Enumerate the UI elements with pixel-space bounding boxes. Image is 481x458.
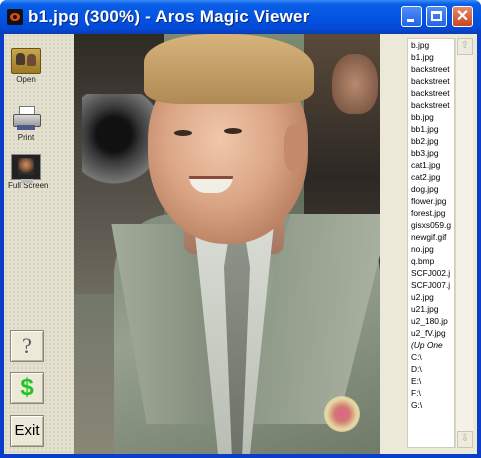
chevron-down-icon: ⇩ bbox=[460, 433, 470, 444]
file-list-item[interactable]: cat2.jpg bbox=[408, 171, 454, 183]
file-list-item[interactable]: backstreet bbox=[408, 99, 454, 111]
file-list[interactable]: b.jpg b1.jpg backstreet backstreet backstree… bbox=[407, 38, 455, 448]
lapel-badge bbox=[324, 396, 360, 432]
file-list-item[interactable]: SCFJ007.j bbox=[408, 279, 454, 291]
file-list-item[interactable]: D:\ bbox=[408, 363, 454, 375]
scroll-down-button[interactable]: ⇩ bbox=[457, 431, 473, 448]
minimize-icon bbox=[407, 19, 414, 22]
open-folder-icon bbox=[11, 48, 41, 74]
hair bbox=[144, 34, 314, 104]
client-area: Open Print Full Screen ? $ Exit b.jpg b1… bbox=[4, 34, 477, 454]
file-list-item[interactable]: G:\ bbox=[408, 399, 454, 411]
file-list-item[interactable]: cat1.jpg bbox=[408, 159, 454, 171]
file-list-scrollbar[interactable]: ⇧ ⇩ bbox=[455, 38, 473, 448]
file-list-item[interactable]: no.jpg bbox=[408, 243, 454, 255]
maximize-button[interactable] bbox=[426, 6, 447, 27]
fullscreen-button[interactable]: Full Screen bbox=[8, 154, 48, 190]
file-list-item[interactable]: flower.jpg bbox=[408, 195, 454, 207]
title-bar[interactable]: b1.jpg (300%) - Aros Magic Viewer ✕ bbox=[0, 0, 481, 34]
file-list-item[interactable]: u2_180.jp bbox=[408, 315, 454, 327]
help-button[interactable]: ? bbox=[10, 330, 44, 362]
exit-button[interactable]: Exit bbox=[10, 415, 44, 447]
window-title: b1.jpg (300%) - Aros Magic Viewer bbox=[28, 7, 310, 26]
file-list-item[interactable]: dog.jpg bbox=[408, 183, 454, 195]
open-label: Open bbox=[16, 75, 36, 84]
file-list-item[interactable]: bb2.jpg bbox=[408, 135, 454, 147]
print-button[interactable]: Print bbox=[8, 106, 44, 142]
file-list-item[interactable]: u2.jpg bbox=[408, 291, 454, 303]
printer-icon bbox=[11, 106, 41, 132]
file-list-item[interactable]: E:\ bbox=[408, 375, 454, 387]
file-list-item[interactable]: bb3.jpg bbox=[408, 147, 454, 159]
file-list-item[interactable]: backstreet bbox=[408, 75, 454, 87]
file-list-item[interactable]: C:\ bbox=[408, 351, 454, 363]
file-list-item[interactable]: backstreet bbox=[408, 63, 454, 75]
maximize-icon bbox=[431, 11, 442, 21]
file-list-item[interactable]: gisxs059.g bbox=[408, 219, 454, 231]
file-list-item[interactable]: newgif.gif bbox=[408, 231, 454, 243]
file-list-item[interactable]: forest.jpg bbox=[408, 207, 454, 219]
scroll-up-button[interactable]: ⇧ bbox=[457, 38, 473, 55]
left-toolbar: Open Print Full Screen ? $ Exit bbox=[4, 34, 74, 454]
file-list-item[interactable]: backstreet bbox=[408, 87, 454, 99]
file-list-item[interactable]: bb.jpg bbox=[408, 111, 454, 123]
image-viewport[interactable] bbox=[74, 34, 380, 454]
file-list-item[interactable]: q.bmp bbox=[408, 255, 454, 267]
fullscreen-monitor-icon bbox=[11, 154, 41, 183]
donate-button[interactable]: $ bbox=[10, 372, 44, 404]
eye-app-icon[interactable] bbox=[7, 9, 23, 25]
file-list-item[interactable]: SCFJ002.j bbox=[408, 267, 454, 279]
background-face bbox=[332, 54, 378, 114]
file-list-item[interactable]: (Up One bbox=[408, 339, 454, 351]
minimize-button[interactable] bbox=[401, 6, 422, 27]
file-list-item[interactable]: u21.jpg bbox=[408, 303, 454, 315]
close-icon: ✕ bbox=[455, 8, 470, 25]
print-label: Print bbox=[17, 133, 35, 142]
open-button[interactable]: Open bbox=[8, 48, 44, 84]
app-window: b1.jpg (300%) - Aros Magic Viewer ✕ Open… bbox=[0, 0, 481, 458]
file-list-item[interactable]: F:\ bbox=[408, 387, 454, 399]
file-list-item[interactable]: b1.jpg bbox=[408, 51, 454, 63]
chevron-up-icon: ⇧ bbox=[460, 40, 470, 51]
close-button[interactable]: ✕ bbox=[452, 6, 473, 27]
file-list-item[interactable]: bb1.jpg bbox=[408, 123, 454, 135]
file-list-item[interactable]: b.jpg bbox=[408, 39, 454, 51]
file-list-item[interactable]: u2_fV.jpg bbox=[408, 327, 454, 339]
